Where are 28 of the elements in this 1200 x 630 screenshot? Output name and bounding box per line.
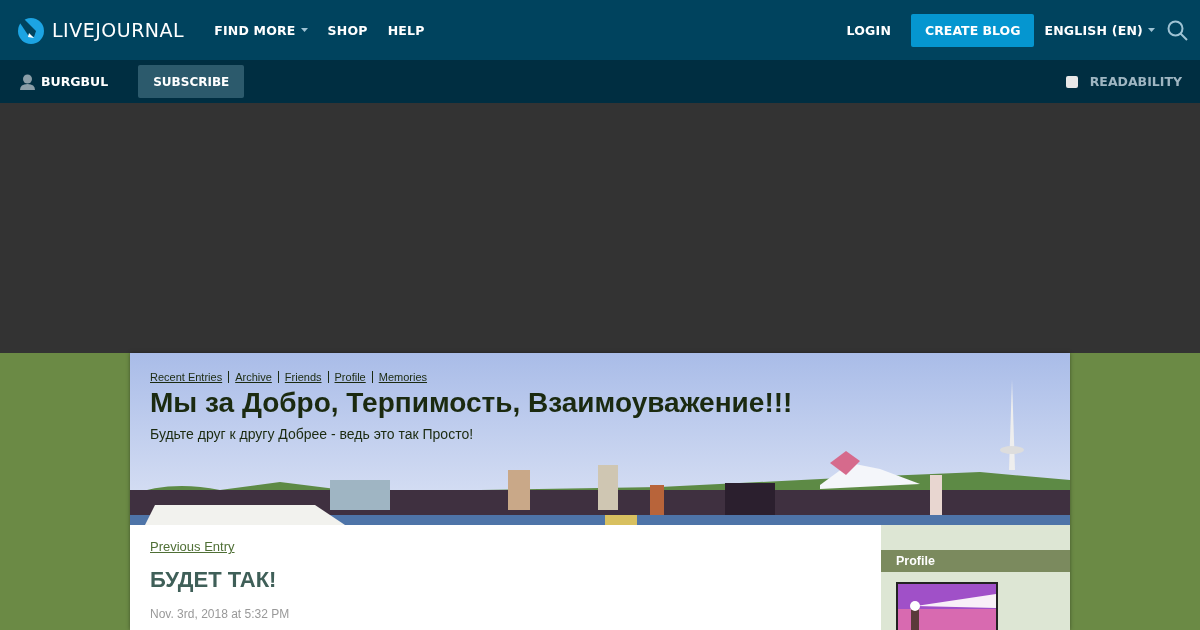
journal-nav-link[interactable]: Profile — [334, 371, 366, 383]
sidebar-heading: Profile — [881, 550, 1070, 572]
language-selector[interactable]: ENGLISH (EN) — [1044, 22, 1155, 38]
subscribe-button[interactable]: SUBSCRIBE — [138, 65, 245, 98]
journal-nav-link[interactable]: Recent Entries — [150, 371, 223, 383]
caret-icon — [300, 28, 308, 32]
username: BURGBUL — [41, 74, 109, 89]
logo-link[interactable]: LIVEJOURNAL — [16, 16, 185, 44]
person-icon — [20, 73, 35, 90]
pencil-icon — [16, 16, 44, 44]
search-icon[interactable] — [1167, 19, 1188, 41]
entry-date: Nov. 3rd, 2018 at 5:32 PM — [150, 607, 291, 621]
nav-link[interactable]: HELP — [387, 22, 425, 38]
journal-nav-link[interactable]: Friends — [284, 371, 322, 383]
logo-text: LIVEJOURNAL — [52, 19, 185, 41]
login-link[interactable]: LOGIN — [846, 22, 892, 38]
user-link[interactable]: BURGBUL — [20, 73, 109, 90]
readability-checkbox[interactable] — [1065, 75, 1078, 88]
journal-nav-link[interactable]: Memories — [378, 371, 427, 383]
journal-nav-link[interactable]: Archive — [235, 371, 272, 383]
journal-subtitle: Будьте друг к другу Добрее - ведь это так Просто! — [150, 426, 475, 442]
nav-link[interactable]: FIND MORE — [214, 22, 308, 38]
caret-icon — [1148, 28, 1155, 32]
entry-title: БУДЕТ ТАК! — [150, 567, 278, 593]
previous-entry-link[interactable]: Previous Entry — [150, 539, 235, 554]
journal-title: Мы за Добро, Терпимость, Взаимоуважение!!! — [150, 387, 794, 419]
readability-label: READABILITY — [1089, 74, 1182, 89]
nav-link[interactable]: SHOP — [327, 22, 368, 38]
